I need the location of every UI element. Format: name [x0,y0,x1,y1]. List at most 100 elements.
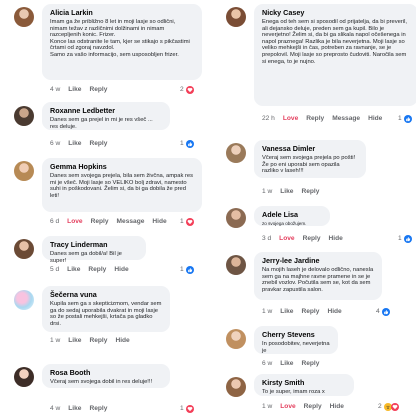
reply-button[interactable]: Reply [91,218,109,225]
reaction-number: 2 [378,403,382,410]
commenter-name[interactable]: Nicky Casey [262,8,410,17]
comment-text: Enega od teh sem si sposodil od prijatel… [262,19,408,65]
heart-reaction-icon [185,404,194,413]
comment-time[interactable]: 1 w [262,308,272,315]
commenter-name[interactable]: Vanessa Dimler [262,144,358,153]
avatar[interactable] [14,7,34,27]
comment-time[interactable]: 1 w [262,188,272,195]
commenter-name[interactable]: Gemma Hopkins [50,162,194,171]
hide-button[interactable]: Hide [327,308,341,315]
avatar[interactable] [226,329,246,349]
comment-actions: 1 w Love Reply Hide [262,402,344,411]
love-button[interactable]: Love [283,115,298,122]
commenter-name[interactable]: Cherry Stevens [262,330,330,339]
avatar[interactable] [226,143,246,163]
like-button[interactable]: Like [68,405,81,412]
like-button[interactable]: Like [280,308,293,315]
comment-bubble: Rosa Booth Včeraj sem svojega dobil in r… [42,364,170,388]
comment-text: Danes sem svojega prejela, bila sem živč… [50,173,194,199]
love-button[interactable]: Love [279,235,294,242]
commenter-name[interactable]: Adele Lisa [262,210,322,219]
avatar[interactable] [14,106,34,126]
comment-time[interactable]: 22 h [262,115,275,122]
message-button[interactable]: Message [332,115,360,122]
reaction-count[interactable]: 1 [180,265,194,274]
avatar[interactable] [226,255,246,275]
reply-button[interactable]: Reply [304,403,322,410]
love-button[interactable]: Love [67,218,82,225]
reaction-count[interactable]: 1 [180,139,194,148]
comment-bubble: Nicky Casey Enega od teh sem si sposodil… [254,4,416,106]
comment-time[interactable]: 6 w [262,360,272,367]
reaction-number: 1 [180,266,184,273]
avatar[interactable] [226,208,246,228]
reply-button[interactable]: Reply [301,360,319,367]
reaction-number: 1 [180,218,184,225]
reaction-number: 2 [180,86,184,93]
reaction-count[interactable]: 2 [378,402,399,411]
reply-button[interactable]: Reply [303,235,321,242]
comment-actions: 6 w Like Reply [50,139,107,148]
commenter-name[interactable]: Alicia Larkin [50,8,194,17]
reply-button[interactable]: Reply [89,337,107,344]
commenter-name[interactable]: Jerry-lee Jardine [262,256,374,265]
reply-button[interactable]: Reply [306,115,324,122]
comment-time[interactable]: 6 d [50,218,59,225]
reaction-count[interactable]: 2 [180,85,194,94]
reaction-count[interactable]: 1 [398,234,412,243]
avatar[interactable] [226,377,246,397]
hide-button[interactable]: Hide [368,115,382,122]
commenter-name[interactable]: Roxanne Ledbetter [50,106,162,115]
like-button[interactable]: Like [67,266,80,273]
avatar[interactable] [14,239,34,259]
comment-time[interactable]: 3 d [262,235,271,242]
comment-bubble: Jerry-lee Jardine Na mojih laseh je delo… [254,252,382,300]
reaction-count[interactable]: 4 [376,307,390,316]
message-button[interactable]: Message [117,218,145,225]
hide-button[interactable]: Hide [330,403,344,410]
like-button[interactable]: Like [280,360,293,367]
comment-time[interactable]: 6 w [50,140,60,147]
comment-text: Danes sem ga prejel in mi je res všeč ..… [50,117,153,130]
comment-bubble: Roxanne Ledbetter Danes sem ga prejel in… [42,102,170,130]
comment-actions: 1 w Like Reply Hide [50,336,130,345]
reaction-number: 1 [398,115,402,122]
avatar[interactable] [14,290,34,310]
comment-bubble: Alicia Larkin Imam ga že približno 8 let… [42,4,202,80]
comment-time[interactable]: 1 w [50,337,60,344]
reply-button[interactable]: Reply [301,308,319,315]
hide-button[interactable]: Hide [115,337,129,344]
comment-text: In posodobitev, neverjetna je [262,341,330,354]
like-button[interactable]: Like [68,140,81,147]
like-button[interactable]: Like [68,337,81,344]
avatar[interactable] [14,161,34,181]
reply-button[interactable]: Reply [89,405,107,412]
commenter-name[interactable]: Šečerna vuna [50,290,162,299]
comment-text: Na mojih laseh je delovalo odlično, nane… [262,267,374,293]
like-button[interactable]: Like [68,86,81,93]
reply-button[interactable]: Reply [88,266,106,273]
like-reaction-icon [185,139,194,148]
reply-button[interactable]: Reply [301,188,319,195]
comment-time[interactable]: 5 d [50,266,59,273]
comment-bubble: Tracy Linderman Danes sem ga dobil/a! Bi… [42,236,146,264]
reaction-count[interactable]: 1 [180,404,194,413]
avatar[interactable] [226,7,246,27]
commenter-name[interactable]: Tracy Linderman [50,240,138,249]
hide-button[interactable]: Hide [114,266,128,273]
love-button[interactable]: Love [280,403,295,410]
comment-bubble: Kirsty Smith To je super, imam roza x [254,374,354,396]
reply-button[interactable]: Reply [89,140,107,147]
commenter-name[interactable]: Rosa Booth [50,368,162,377]
comment-time[interactable]: 4 w [50,405,60,412]
avatar[interactable] [14,367,34,387]
like-button[interactable]: Like [280,188,293,195]
reaction-count[interactable]: 1 [398,114,412,123]
reaction-count[interactable]: 1 [180,217,194,226]
hide-button[interactable]: Hide [152,218,166,225]
comment-time[interactable]: 1 w [262,403,272,410]
reply-button[interactable]: Reply [89,86,107,93]
hide-button[interactable]: Hide [329,235,343,242]
commenter-name[interactable]: Kirsty Smith [262,378,346,387]
comment-time[interactable]: 4 w [50,86,60,93]
